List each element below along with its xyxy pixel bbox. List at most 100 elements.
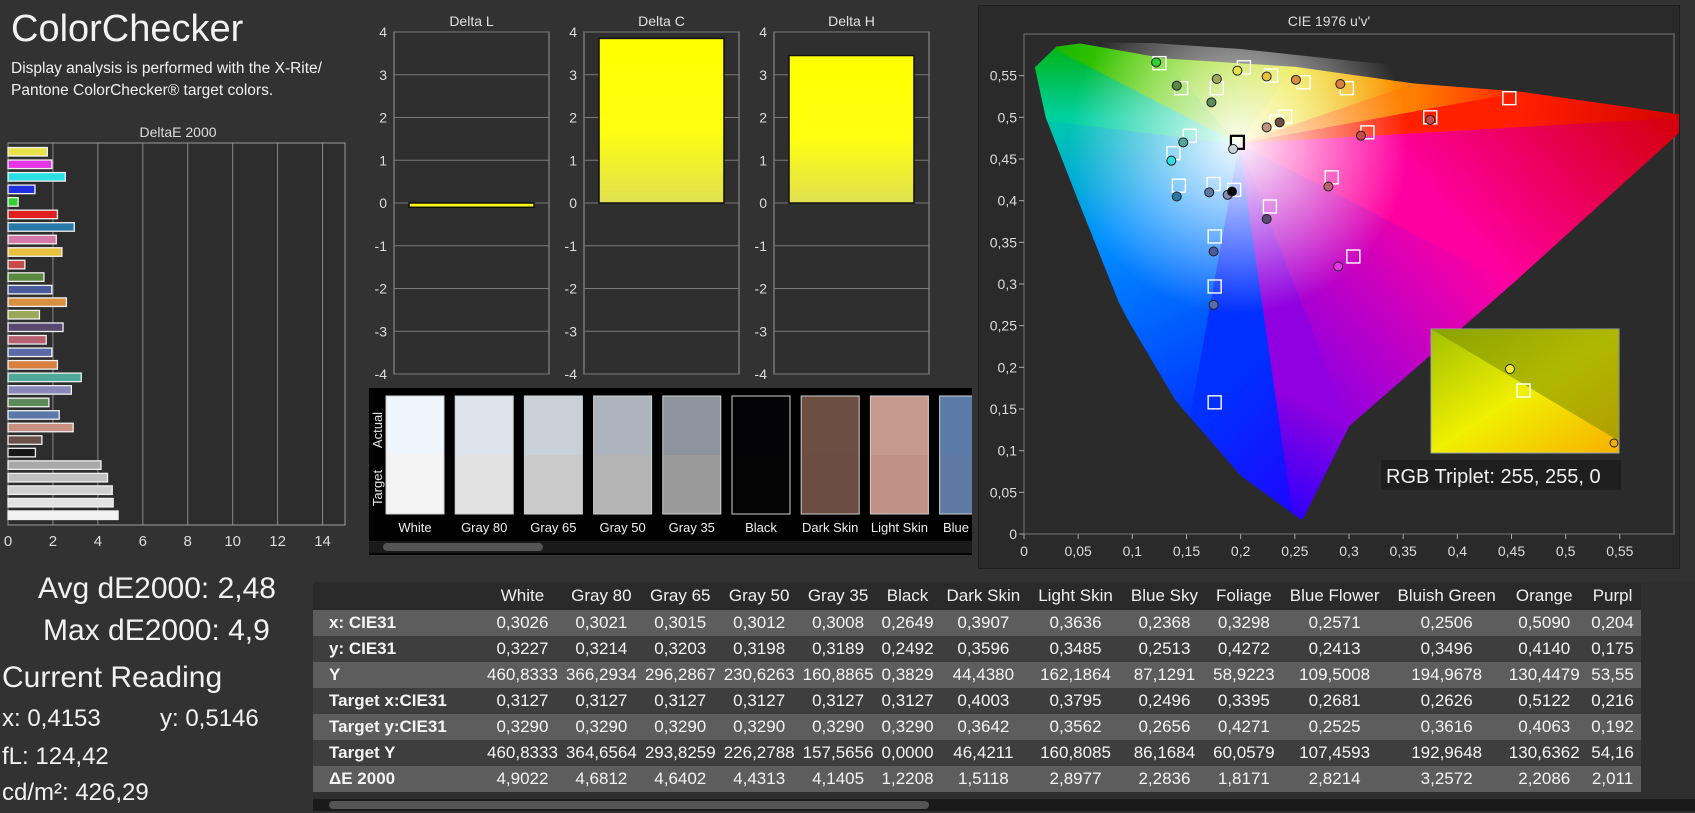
table-cell: 0,3026: [483, 610, 562, 636]
deltae-bar: [7, 435, 43, 445]
cie-actual-point: [1290, 74, 1301, 85]
deltae-bar: [7, 159, 53, 170]
delta-tick-label: -4: [375, 366, 388, 382]
cie-y-tick-label: 0,5: [998, 109, 1018, 125]
swatch-scrollbar[interactable]: [369, 541, 972, 553]
cie-actual-point: [1208, 246, 1219, 257]
table-cell: 2,2836: [1121, 766, 1207, 792]
table-scrollbar-thumb[interactable]: [329, 801, 929, 809]
current-fl: fL: 124,42: [2, 743, 109, 770]
delta-tick-label: -2: [565, 281, 578, 297]
swatch-target: [939, 455, 998, 514]
table-cell: 0,3290: [483, 714, 562, 740]
table-cell: 2,2086: [1504, 766, 1584, 792]
table-cell: 0,3290: [719, 714, 799, 740]
cie-actual-point: [1333, 261, 1344, 272]
deltae-tick-label: 2: [49, 533, 57, 550]
table-row-label: Target Y: [313, 740, 483, 766]
table-cell: 230,6263: [719, 662, 799, 688]
cie-actual-point: [1151, 57, 1162, 68]
table-cell: 0,3203: [640, 636, 720, 662]
table-row: y: CIE31 0,3227 0,3214 0,3203 0,3198 0,3189 0,…: [313, 636, 1642, 662]
cie-x-tick-label: 0,15: [1173, 543, 1200, 559]
swatch-name: Light Skin: [871, 520, 928, 535]
table-cell: 296,2867: [640, 662, 720, 688]
table-cell: 0,3636: [1029, 610, 1122, 636]
delta-tick-label: 2: [759, 110, 767, 126]
swatch-actual: [732, 396, 790, 455]
table-cell: 0,2656: [1121, 714, 1207, 740]
table-cell: 0,5090: [1504, 610, 1584, 636]
table-cell: 0,2626: [1388, 688, 1505, 714]
table-column-header: Purpl: [1583, 582, 1642, 610]
deltae-tick-label: 10: [224, 533, 241, 550]
swatch-target: [732, 455, 790, 514]
table-cell: 293,8259: [640, 740, 720, 766]
cie-x-tick-label: 0,1: [1123, 543, 1143, 559]
deltae-tick-label: 12: [269, 533, 286, 550]
delta-tick-label: -4: [565, 366, 578, 382]
delta-chart-title: Delta C: [638, 13, 685, 29]
deltae-bar: [7, 485, 113, 496]
page-subtitle: Display analysis is performed with the X…: [11, 60, 322, 99]
table-cell: 0,204: [1583, 610, 1642, 636]
delta-chart-title: Delta L: [449, 13, 494, 29]
table-cell: 0,2496: [1121, 688, 1207, 714]
swatch-actual: [662, 396, 721, 455]
deltae-bar: [7, 196, 19, 207]
table-column-header: Gray 80: [561, 582, 641, 610]
delta-tick-label: 4: [759, 24, 767, 40]
table-cell: 460,8333: [483, 740, 562, 766]
table-cell: 0,4003: [937, 688, 1030, 714]
table-row-label: Y: [313, 662, 483, 688]
cie-x-tick-label: 0,45: [1498, 543, 1525, 559]
delta-tick-label: 0: [379, 195, 387, 211]
delta-tick-label: -3: [755, 323, 768, 339]
deltae-bar: [7, 184, 36, 195]
table-cell: 107,4593: [1280, 740, 1389, 766]
cie-y-tick-label: 0,2: [998, 359, 1018, 375]
delta-tick-label: -1: [565, 238, 578, 254]
table-column-header: Gray 50: [719, 582, 799, 610]
swatch-name: Black: [745, 520, 777, 535]
delta-tick-label: 2: [379, 110, 387, 126]
table-cell: 366,2934: [561, 662, 641, 688]
delta-tick-label: -2: [755, 281, 768, 297]
cie-y-tick-label: 0,4: [998, 193, 1018, 209]
cie-actual-point: [1232, 65, 1243, 76]
swatch-actual: [870, 396, 929, 455]
table-cell: 0,3290: [877, 714, 938, 740]
swatch-scrollbar-thumb[interactable]: [383, 543, 543, 551]
table-cell: 130,4479: [1504, 662, 1584, 688]
table-cell: 0,3127: [877, 688, 938, 714]
table-column-header: Gray 65: [640, 582, 720, 610]
table-scrollbar[interactable]: [313, 799, 1695, 811]
table-cell: 4,4313: [719, 766, 799, 792]
deltae-bar: [7, 460, 102, 471]
cie-y-tick-label: 0,3: [998, 276, 1018, 292]
table-cell: 0,4140: [1504, 636, 1584, 662]
table-cell: 0,2513: [1121, 636, 1207, 662]
table-cell: 1,2208: [877, 766, 938, 792]
table-cell: 0,2506: [1388, 610, 1505, 636]
deltae-bar: [7, 359, 59, 370]
table-cell: 0,3127: [719, 688, 799, 714]
table-cell: 87,1291: [1121, 662, 1207, 688]
deltae-bar: [7, 397, 50, 408]
table-cell: 0,3198: [719, 636, 799, 662]
delta-tick-label: -2: [375, 281, 388, 297]
table-cell: 2,8977: [1029, 766, 1122, 792]
delta-tick-label: 4: [379, 24, 387, 40]
table-cell: 0,3012: [719, 610, 799, 636]
delta-tick-label: 3: [379, 67, 387, 83]
cie-actual-point: [1335, 79, 1346, 89]
cie-x-tick-label: 0,25: [1281, 543, 1308, 559]
table-cell: 0,3290: [561, 714, 641, 740]
cie-actual-point: [1355, 130, 1366, 141]
delta-tick-label: 1: [759, 152, 767, 168]
max-de2000: Max dE2000: 4,9: [43, 614, 270, 647]
table-cell: 0,2681: [1280, 688, 1389, 714]
deltae-bar: [7, 384, 73, 395]
cie-actual-point: [1323, 181, 1334, 192]
cie-actual-point: [1274, 117, 1285, 128]
